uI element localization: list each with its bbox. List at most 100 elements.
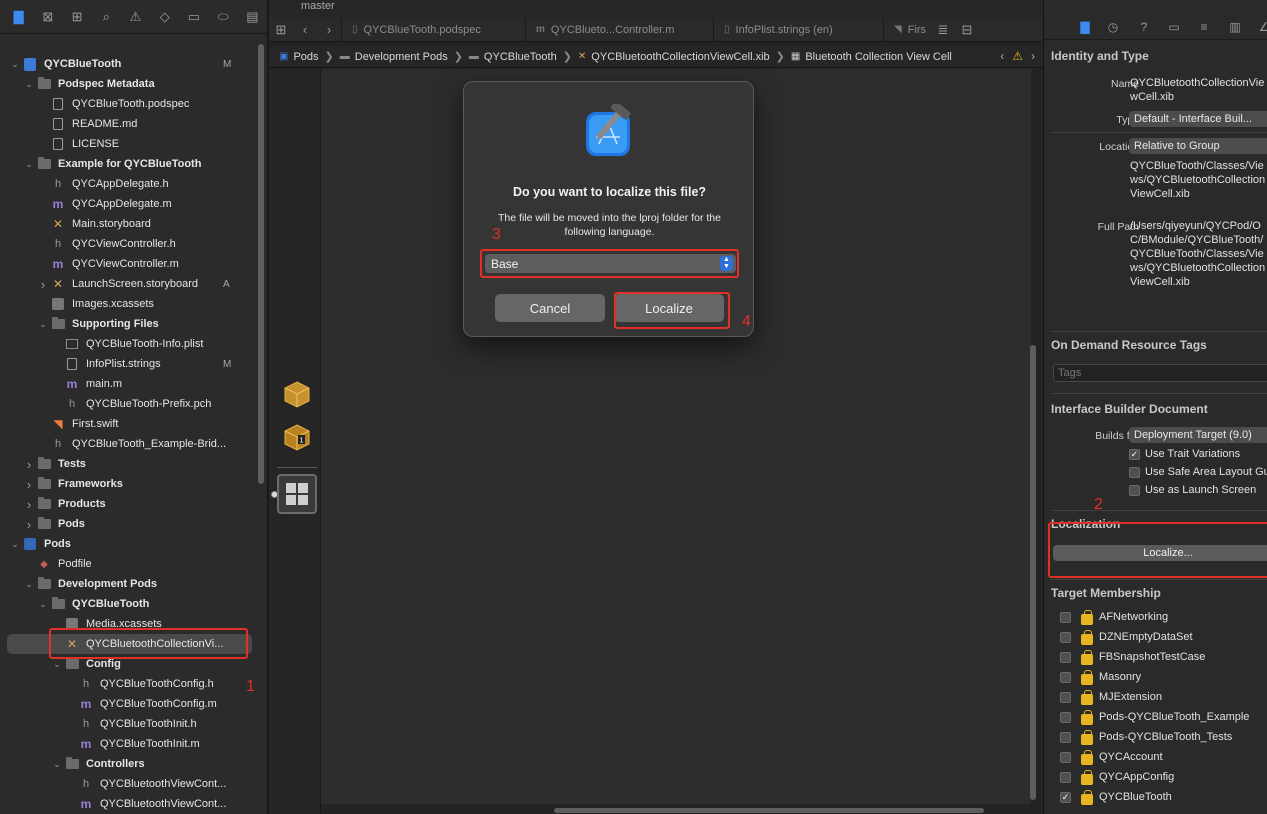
previous-issue-icon[interactable]: ‹ [1000,49,1004,63]
disclosure-collapsed-icon[interactable]: › [23,497,35,512]
disclosure-expanded-icon[interactable]: ⌄ [51,659,63,670]
target-checkbox[interactable] [1060,732,1071,743]
breadcrumb-development-pods[interactable]: ▬ Development Pods [340,51,448,63]
disclosure-expanded-icon[interactable]: ⌄ [23,159,35,170]
first-responder-icon[interactable]: 1 [283,423,311,451]
tree-row[interactable]: README.md [0,114,260,134]
navigator-scrollbar[interactable] [258,44,264,484]
canvas-vertical-scrollbar[interactable] [1030,345,1036,800]
tree-row[interactable]: m QYCAppDelegate.m [0,194,260,214]
tree-row[interactable]: h QYCBlueToothConfig.h [0,674,260,694]
test-icon[interactable]: ◇ [150,6,179,28]
source-control-icon[interactable]: ⊠ [33,6,62,28]
location-popup[interactable]: Relative to Group [1129,138,1267,154]
symbol-icon[interactable]: ⊞ [62,6,91,28]
disclosure-expanded-icon[interactable]: ⌄ [9,59,21,70]
tags-input[interactable]: Tags [1053,364,1267,382]
target-checkbox[interactable] [1060,752,1071,763]
tree-row[interactable]: › ✕ LaunchScreen.storyboard A [0,274,260,294]
target-checkbox[interactable] [1060,652,1071,663]
tree-row[interactable]: ⌄ QYCBlueTooth M [0,54,260,74]
tree-row[interactable]: m QYCBlueToothConfig.m [0,694,260,714]
tree-row[interactable]: › Frameworks [0,474,260,494]
breadcrumb-pods[interactable]: ▣ Pods [279,51,319,63]
help-icon[interactable]: ? [1136,20,1152,34]
warning-icon[interactable]: ⚠ [121,6,150,28]
connections-icon[interactable]: ∠ [1256,20,1267,34]
breadcrumb-qycbluetooth[interactable]: ▬ QYCBlueTooth [469,51,557,63]
tree-row[interactable]: h QYCViewController.h [0,234,260,254]
disclosure-collapsed-icon[interactable]: › [23,517,35,532]
files-owner-icon[interactable] [283,380,311,408]
disclosure-expanded-icon[interactable]: ⌄ [37,599,49,610]
disclosure-collapsed-icon[interactable]: › [23,457,35,472]
add-editor-icon[interactable]: ⊟ [955,22,979,38]
tree-row[interactable]: ⌄ Pods [0,534,260,554]
search-icon[interactable]: ⌕ [92,6,121,28]
tab-infoplist-strings[interactable]: ▯ InfoPlist.strings (en) [713,17,883,42]
canvas-horizontal-scrollbar[interactable] [554,808,984,813]
tree-row[interactable]: ⌄ Development Pods [0,574,260,594]
disclosure-expanded-icon[interactable]: ⌄ [9,539,21,550]
target-checkbox[interactable] [1060,712,1071,723]
tree-row[interactable]: › Tests [0,454,260,474]
checkbox[interactable] [1129,467,1140,478]
tree-row[interactable]: Images.xcassets [0,294,260,314]
history-icon[interactable]: ◷ [1105,20,1121,34]
next-issue-icon[interactable]: › [1031,49,1035,63]
disclosure-expanded-icon[interactable]: ⌄ [23,579,35,590]
tree-row[interactable]: m QYCViewController.m [0,254,260,274]
name-field[interactable]: QYCBluetoothCollectionViewCell.xib [1130,76,1267,104]
attributes-icon[interactable]: ≡ [1196,20,1212,34]
tree-row[interactable]: ⌄ Example for QYCBlueTooth [0,154,260,174]
disclosure-collapsed-icon[interactable]: › [37,277,49,292]
tree-row[interactable]: ◥ First.swift [0,414,260,434]
tree-row[interactable]: h QYCBlueTooth-Prefix.pch [0,394,260,414]
tree-row[interactable]: m QYCBluetoothViewCont... [0,794,260,814]
tree-row[interactable]: › Pods [0,514,260,534]
forward-arrow-icon[interactable]: › [317,22,341,37]
tree-row[interactable]: QYCBlueTooth-Info.plist [0,334,260,354]
disclosure-expanded-icon[interactable]: ⌄ [37,319,49,330]
builds-for-popup[interactable]: Deployment Target (9.0) [1129,427,1267,443]
tree-row[interactable]: LICENSE [0,134,260,154]
tree-row[interactable]: › Products [0,494,260,514]
tab-first-swift[interactable]: ◥ Firs [883,17,931,42]
tree-row[interactable]: m QYCBlueToothInit.m [0,734,260,754]
grid-icon[interactable]: ⊞ [269,22,293,38]
breakpoint-icon[interactable]: ⬭ [209,6,238,28]
target-checkbox[interactable] [1060,692,1071,703]
report-icon[interactable]: ▤ [238,6,267,28]
folder-icon[interactable]: ▇ [4,6,33,28]
checkbox[interactable] [1129,485,1140,496]
file-inspector-icon[interactable]: ▇ [1077,20,1093,34]
breadcrumb-cell[interactable]: ▦ Bluetooth Collection View Cell [791,51,952,63]
type-popup[interactable]: Default - Interface Buil... [1129,111,1267,127]
tree-row[interactable]: h QYCBlueToothInit.h [0,714,260,734]
identity-icon[interactable]: ▭ [1166,20,1182,34]
disclosure-collapsed-icon[interactable]: › [23,477,35,492]
tree-row[interactable]: h QYCAppDelegate.h [0,174,260,194]
target-checkbox[interactable] [1060,672,1071,683]
checkbox[interactable]: ✓ [1129,449,1140,460]
tab-controller-m[interactable]: m QYCBlueto...Controller.m [525,17,713,42]
size-icon[interactable]: ▥ [1227,20,1243,34]
breadcrumb-xib-file[interactable]: ✕ QYCBluetoothCollectionViewCell.xib [578,51,770,63]
back-arrow-icon[interactable]: ‹ [293,22,317,37]
target-checkbox[interactable] [1060,612,1071,623]
tree-row[interactable]: h QYCBlueTooth_Example-Brid... [0,434,260,454]
target-checkbox[interactable] [1060,632,1071,643]
tree-row[interactable]: ✕ Main.storyboard [0,214,260,234]
tree-row[interactable]: ⌄ Controllers [0,754,260,774]
tree-row[interactable]: h QYCBluetoothViewCont... [0,774,260,794]
warning-icon[interactable]: ⚠ [1012,49,1023,63]
tree-row[interactable]: ◆ Podfile [0,554,260,574]
target-checkbox[interactable] [1060,772,1071,783]
disclosure-expanded-icon[interactable]: ⌄ [23,79,35,90]
tab-podspec[interactable]: ▯ QYCBlueTooth.podspec [341,17,525,42]
debug-icon[interactable]: ▭ [179,6,208,28]
tree-row[interactable]: ⌄ QYCBlueTooth [0,594,260,614]
disclosure-expanded-icon[interactable]: ⌄ [51,759,63,770]
target-checkbox[interactable]: ✓ [1060,792,1071,803]
collection-view-cell-icon[interactable] [277,474,317,514]
